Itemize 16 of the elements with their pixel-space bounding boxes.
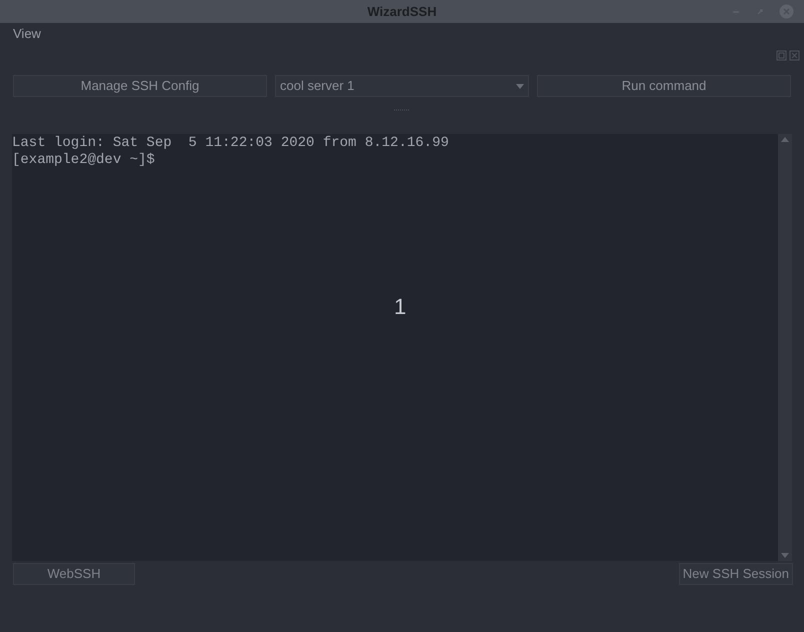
menu-item[interactable]: View <box>13 24 41 44</box>
manage-ssh-config-button[interactable]: Manage SSH Config <box>13 75 267 97</box>
scroll-down-icon[interactable] <box>781 553 789 558</box>
scroll-up-icon[interactable] <box>781 137 789 142</box>
tab[interactable]: WebSSH <box>13 563 135 585</box>
server-dropdown[interactable]: cool server 1 <box>274 75 529 97</box>
terminal-line: [example2@dev ~]$ <box>12 152 155 169</box>
close-icon[interactable] <box>789 50 800 60</box>
terminal-number: 1 <box>394 293 406 321</box>
caret-icon <box>516 84 524 88</box>
scrollbar[interactable] <box>778 134 792 561</box>
float-icon[interactable] <box>776 50 787 60</box>
splitter-handle[interactable] <box>394 109 410 111</box>
new-ssh-session-button[interactable]: New SSH Session <box>678 563 793 585</box>
terminal-line: Last login: Sat Sep 5 11:22:03 2020 from 8.12.16.99 <box>12 135 449 152</box>
run-command-button[interactable]: Run command <box>537 75 791 97</box>
